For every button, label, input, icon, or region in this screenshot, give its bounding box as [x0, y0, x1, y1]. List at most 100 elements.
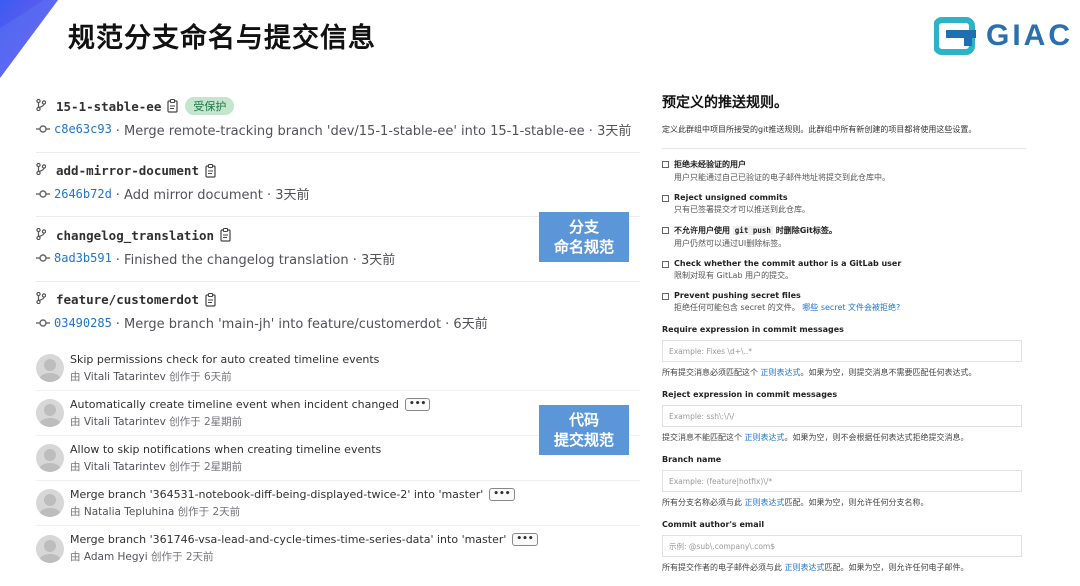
check-label: Check whether the commit author is a Git… — [674, 259, 902, 268]
commit-item[interactable]: Merge branch '361746-vsa-lead-and-cycle-… — [36, 526, 640, 571]
branch-icon — [36, 291, 50, 307]
secret-files-link[interactable]: 哪些 secret 文件会被拒绝? — [802, 303, 900, 312]
copy-icon[interactable] — [205, 292, 217, 307]
push-rules-description: 定义此群组中项目所接受的git推送规则。此群组中所有新创建的项目都将使用这些设置… — [662, 125, 977, 134]
check-help-text: 拒绝任何可能包含 secret 的文件。 — [674, 303, 800, 312]
branch-naming-label: 分支 命名规范 — [539, 212, 629, 262]
branch-item[interactable]: 15-1-stable-ee 受保护 c8e63c93 · Merge remo… — [36, 88, 640, 153]
logo-text: GIAC — [986, 19, 1073, 52]
commit-label-line1: 代码 — [568, 411, 599, 429]
rule-reject-unsigned[interactable]: Reject unsigned commits 只有已签署提交才可以推送到此仓库… — [662, 193, 1026, 215]
field-label: Require expression in commit messages — [662, 325, 844, 334]
branch-name[interactable]: 15-1-stable-ee — [56, 99, 161, 114]
check-label-pre: 不允许用户使用 — [674, 226, 730, 235]
commit-convention-label: 代码 提交规范 — [539, 405, 629, 455]
commit-sha-link[interactable]: 8ad3b591 — [54, 251, 112, 265]
rule-reject-unverified[interactable]: 拒绝未经验证的用户 用户只能通过自己已验证的电子邮件地址将提交到此仓库中。 — [662, 159, 1026, 183]
giac-logo: GIAC — [934, 16, 1073, 56]
rule-check-author[interactable]: Check whether the commit author is a Git… — [662, 259, 1026, 281]
branch-label-line1: 分支 — [568, 218, 599, 236]
commit-icon — [36, 254, 50, 262]
require-expression-input[interactable]: Example: Fixes \d+\..* — [662, 340, 1022, 362]
checkbox[interactable] — [662, 195, 669, 202]
field-help-post: 匹配。如果为空，则允许任何分支名称。 — [784, 498, 929, 507]
regex-link[interactable]: 正则表达式 — [785, 563, 825, 572]
author-link[interactable]: Vitali Tatarintev — [84, 416, 166, 428]
avatar[interactable] — [36, 489, 64, 517]
check-label-code: git push — [732, 226, 773, 235]
regex-link[interactable]: 正则表达式 — [745, 498, 785, 507]
author-link[interactable]: Vitali Tatarintev — [84, 371, 166, 383]
commit-title-link[interactable]: Allow to skip notifications when creatin… — [70, 443, 381, 456]
commit-item[interactable]: Merge branch '364531-notebook-diff-being… — [36, 481, 640, 526]
regex-link[interactable]: 正则表达式 — [761, 368, 801, 377]
commit-title-link[interactable]: Merge branch '361746-vsa-lead-and-cycle-… — [70, 533, 506, 546]
commit-message: · Add mirror document · 3天前 — [115, 188, 310, 203]
checkbox[interactable] — [662, 261, 669, 268]
branch-name-input[interactable]: Example: (feature|hotfix)\/* — [662, 470, 1022, 492]
commit-title-link[interactable]: Skip permissions check for auto created … — [70, 353, 379, 366]
avatar[interactable] — [36, 444, 64, 472]
branch-icon — [36, 162, 50, 178]
commit-title-link[interactable]: Automatically create timeline event when… — [70, 398, 399, 411]
field-help: 所有提交消息必须匹配这个 正则表达式。如果为空，则提交消息不需要匹配任何表达式。 — [662, 367, 1026, 378]
author-email-input[interactable]: 示例: @sub\.company\.com$ — [662, 535, 1022, 557]
author-link[interactable]: Natalia Tepluhina — [84, 506, 174, 518]
expand-message-button[interactable]: ••• — [405, 397, 431, 411]
avatar[interactable] — [36, 534, 64, 563]
branch-item[interactable]: add-mirror-document 2646b72d · Add mirro… — [36, 153, 640, 217]
checkbox[interactable] — [662, 227, 669, 234]
checkbox[interactable] — [662, 293, 669, 300]
push-rules-title: 预定义的推送规则。 — [662, 95, 788, 111]
regex-link[interactable]: 正则表达式 — [745, 433, 785, 442]
push-rules-panel: 预定义的推送规则。 定义此群组中项目所接受的git推送规则。此群组中所有新创建的… — [662, 92, 1026, 573]
avatar[interactable] — [36, 354, 64, 382]
commit-icon — [36, 189, 50, 198]
commit-title-link[interactable]: Merge branch '364531-notebook-diff-being… — [70, 488, 483, 501]
corner-decoration — [0, 0, 58, 78]
avatar[interactable] — [36, 399, 64, 427]
branch-name[interactable]: add-mirror-document — [56, 163, 199, 178]
commit-icon — [36, 125, 50, 133]
author-link[interactable]: Vitali Tatarintev — [84, 461, 166, 473]
field-help-post: 。如果为空，则提交消息不需要匹配任何表达式。 — [800, 368, 977, 377]
branch-item[interactable]: feature/customerdot 03490285 · Merge bra… — [36, 282, 640, 347]
reject-expression-input[interactable]: Example: ssh\:\/\/ — [662, 405, 1022, 427]
check-help: 用户仍然可以通过UI删除标签。 — [674, 239, 787, 248]
branch-name[interactable]: changelog_translation — [56, 228, 214, 243]
branch-label-line2: 命名规范 — [553, 238, 614, 256]
field-help: 所有分支名称必须与此 正则表达式匹配。如果为空，则允许任何分支名称。 — [662, 497, 1026, 508]
expand-message-button[interactable]: ••• — [489, 487, 515, 501]
commit-label-line2: 提交规范 — [553, 431, 614, 449]
rule-deny-delete-tag[interactable]: 不允许用户使用 git push 时删除Git标签。 用户仍然可以通过UI删除标… — [662, 225, 1026, 249]
copy-icon[interactable] — [167, 99, 179, 113]
expand-message-button[interactable]: ••• — [512, 533, 538, 546]
by-text: 由 — [70, 505, 81, 518]
commit-time: 创作于 2星期前 — [169, 460, 243, 473]
commit-message: · Merge remote-tracking branch 'dev/15-1… — [115, 123, 632, 139]
checkbox[interactable] — [662, 161, 669, 168]
by-text: 由 — [70, 551, 81, 563]
commit-item[interactable]: Skip permissions check for auto created … — [36, 346, 640, 391]
check-label-post: 时删除Git标签。 — [775, 226, 837, 235]
branch-name[interactable]: feature/customerdot — [56, 292, 199, 307]
check-help: 限制对现有 GitLab 用户的提交。 — [674, 271, 794, 280]
rule-prevent-secrets[interactable]: Prevent pushing secret files 拒绝任何可能包含 se… — [662, 291, 1026, 313]
commit-message: · Finished the changelog translation · 3… — [115, 252, 396, 268]
protected-badge: 受保护 — [185, 97, 235, 115]
commit-sha-link[interactable]: 03490285 — [54, 316, 112, 330]
commit-message: · Merge branch 'main-jh' into feature/cu… — [115, 317, 488, 332]
author-link[interactable]: Adam Hegyi — [84, 551, 148, 563]
field-help-pre: 提交消息不能匹配这个 — [662, 433, 742, 442]
commit-sha-link[interactable]: 2646b72d — [54, 187, 112, 201]
check-label: Prevent pushing secret files — [674, 291, 801, 300]
copy-icon[interactable] — [205, 163, 217, 178]
field-help-pre: 所有分支名称必须与此 — [662, 498, 742, 507]
copy-icon[interactable] — [220, 228, 232, 242]
field-help-pre: 所有提交作者的电子邮件必须与此 — [662, 563, 782, 572]
field-help-post: 匹配。如果为空，则允许任何电子邮件。 — [824, 563, 969, 572]
commit-list: Skip permissions check for auto created … — [36, 346, 640, 571]
check-help: 只有已签署提交才可以推送到此仓库。 — [674, 205, 810, 214]
commit-sha-link[interactable]: c8e63c93 — [54, 122, 112, 136]
divider — [662, 148, 1026, 149]
